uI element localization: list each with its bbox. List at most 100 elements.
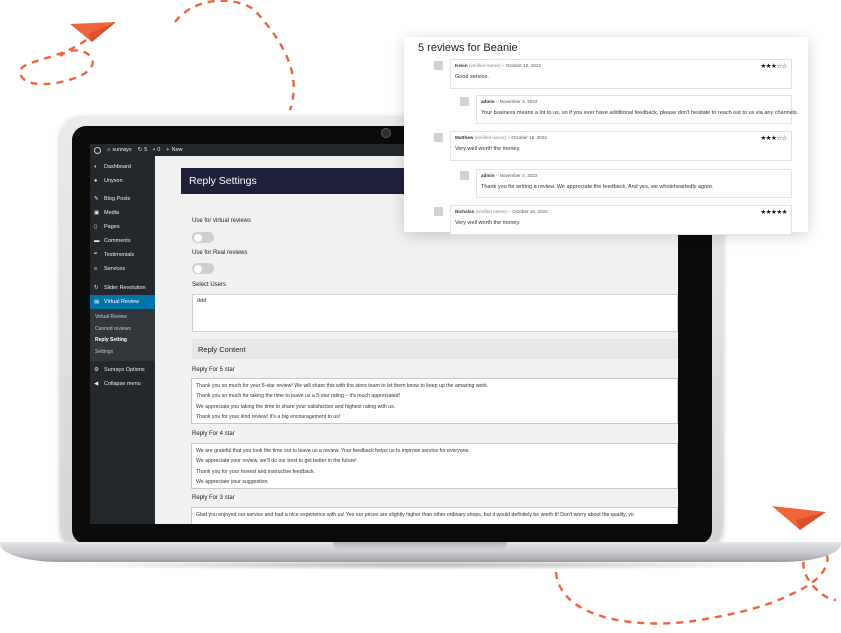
virtual-reviews-label: Use for virtual reviews: [192, 218, 252, 224]
virtual-reviews-toggle[interactable]: [192, 232, 214, 243]
review-author: Matthew: [455, 135, 474, 140]
reply-item: admin – November 4, 2022 Your business m…: [476, 95, 798, 124]
plus-icon: +: [166, 147, 170, 153]
review-item: Nicholas (verified owner) – October 19, …: [450, 205, 792, 235]
sidebar-item-label: Media: [104, 210, 119, 216]
review-meta: admin – November 4, 2022: [481, 173, 537, 178]
sidebar-item-label: Blog Posts: [104, 196, 131, 202]
reply-line: Thank you for your kind review! It's a b…: [196, 413, 341, 420]
updates-count: 5: [144, 147, 148, 153]
sidebar-item-label: Slider Revolution: [104, 285, 146, 291]
reply-line: Thank you so much for your 5-star review…: [196, 383, 489, 389]
virtual-review-submenu: Virtual Review Canned reviews Reply Sett…: [90, 309, 155, 361]
avatar: [460, 171, 469, 180]
sidebar-item-label: Unyson: [104, 178, 123, 184]
admin-site-link[interactable]: ⌂ sunrays: [107, 147, 132, 153]
sidebar-item-sunrays-options[interactable]: ⚙ Sunrays Options: [90, 363, 155, 377]
review-meta: Matthew (verified owner) – October 16, 2…: [455, 135, 547, 140]
sidebar-item-label: Testimonials: [104, 252, 135, 258]
sidebar-item-testimonials[interactable]: ❝ Testimonials: [90, 248, 155, 262]
sidebar-item-media[interactable]: ▣ Media: [90, 206, 155, 220]
reply-line: Thank you for your honest and instructiv…: [196, 468, 316, 475]
sidebar-item-slider-revolution[interactable]: ↻ Slider Revolution: [90, 281, 155, 295]
select-users-input[interactable]: ddd: [192, 294, 678, 332]
review-item: Kevin (verified owner) – October 12, 202…: [450, 59, 792, 89]
dashboard-icon: ◐: [94, 164, 98, 170]
unyson-icon: ●: [94, 178, 98, 184]
reply-line: We appreciate your suggestion.: [196, 478, 269, 485]
reviews-title: 5 reviews for Beanie: [418, 42, 518, 54]
new-link[interactable]: + New: [166, 147, 182, 153]
five-star-label: Reply For 5 star: [192, 367, 235, 373]
sidebar-item-label: Comments: [104, 238, 131, 244]
collapse-icon: ◀: [94, 381, 99, 387]
four-star-label: Reply For 4 star: [192, 431, 235, 437]
review-date: – November 4, 2022: [495, 99, 538, 104]
avatar: [434, 207, 443, 216]
sidebar-item-blog-posts[interactable]: ✎ Blog Posts: [90, 192, 155, 206]
sidebar-item-virtual-review[interactable]: ▤ Virtual Review: [90, 295, 155, 309]
comment-icon: ▪: [153, 147, 156, 153]
home-icon: ⌂: [107, 147, 111, 153]
avatar: [460, 97, 469, 106]
sidebar-item-collapse-menu[interactable]: ◀ Collapse menu: [90, 377, 155, 391]
reply-content-title: Reply Content: [198, 344, 246, 354]
reply-content-heading: Reply Content: [192, 339, 678, 359]
wordpress-icon[interactable]: [94, 146, 101, 154]
camera-icon: [381, 128, 391, 138]
admin-sidebar: ◐ Dashboard ● Unyson ✎ Blog Posts ▣ Media ▯ P…: [90, 156, 155, 524]
verified-badge: (verified owner): [474, 135, 507, 140]
sidebar-item-label: Services: [104, 266, 126, 272]
review-text: Good service.: [455, 74, 489, 80]
star-rating: ★★★★★: [760, 209, 787, 216]
real-reviews-toggle[interactable]: [192, 263, 214, 274]
list-icon: ≡: [94, 266, 98, 272]
reply-line: We appreciate you taking the time to sha…: [196, 403, 396, 410]
reply-line: We are grateful that you took the time o…: [196, 448, 470, 454]
reply-item: admin – November 4, 2022 Thank you for w…: [476, 169, 792, 198]
submenu-reply-setting[interactable]: Reply Setting: [90, 335, 155, 347]
reply-line: We appreciate your review, we'll do our …: [196, 458, 357, 465]
three-star-label: Reply For 3 star: [192, 495, 235, 501]
reviews-card: 5 reviews for Beanie Kevin (verified own…: [404, 37, 808, 235]
sidebar-item-unyson[interactable]: ● Unyson: [90, 174, 155, 188]
review-icon: ▤: [94, 299, 100, 305]
review-text: Your business means a lot to us, so if y…: [481, 110, 799, 116]
avatar: [434, 133, 443, 142]
sidebar-item-label: Collapse menu: [104, 381, 141, 387]
page-title: Reply Settings: [189, 175, 257, 187]
reply-line: Glad you enjoyed our service and had a n…: [196, 512, 634, 518]
five-star-textarea[interactable]: Thank you so much for your 5-star review…: [191, 378, 678, 424]
site-name: sunrays: [112, 147, 132, 153]
review-date: – October 16, 2022: [507, 135, 547, 140]
review-author: Kevin: [455, 63, 468, 68]
avatar: [434, 61, 443, 70]
sidebar-item-comments[interactable]: ▬ Comments: [90, 234, 155, 248]
real-reviews-label: Use for Real reviews: [192, 250, 248, 256]
updates-link[interactable]: ↻ 5: [138, 147, 148, 153]
submenu-settings[interactable]: Settings: [90, 347, 155, 359]
review-date: – October 19, 2022: [508, 209, 548, 214]
review-item: Matthew (verified owner) – October 16, 2…: [450, 131, 792, 161]
submenu-virtual-review[interactable]: Virtual Review: [90, 312, 155, 324]
submenu-canned-reviews[interactable]: Canned reviews: [90, 324, 155, 336]
three-star-textarea[interactable]: Glad you enjoyed our service and had a n…: [191, 507, 678, 524]
laptop-notch: [333, 542, 507, 551]
review-text: Very well worth the money.: [455, 220, 521, 226]
sidebar-item-services[interactable]: ≡ Services: [90, 262, 155, 276]
review-meta: Nicholas (verified owner) – October 19, …: [455, 209, 548, 214]
verified-badge: (verified owner): [468, 63, 501, 68]
comment-icon: ▬: [94, 238, 100, 244]
sidebar-item-pages[interactable]: ▯ Pages: [90, 220, 155, 234]
comments-link[interactable]: ▪ 0: [153, 147, 160, 153]
pin-icon: ✎: [94, 196, 99, 202]
review-author: Nicholas: [455, 209, 475, 214]
review-date: – October 12, 2022: [501, 63, 542, 68]
gear-icon: ⚙: [94, 367, 99, 373]
star-rating: ★★★☆☆: [760, 63, 787, 70]
verified-badge: (verified owner): [475, 209, 508, 214]
four-star-textarea[interactable]: We are grateful that you took the time o…: [191, 443, 678, 489]
page-icon: ▯: [94, 224, 98, 230]
comments-count: 0: [157, 147, 161, 153]
sidebar-item-dashboard[interactable]: ◐ Dashboard: [90, 160, 155, 174]
